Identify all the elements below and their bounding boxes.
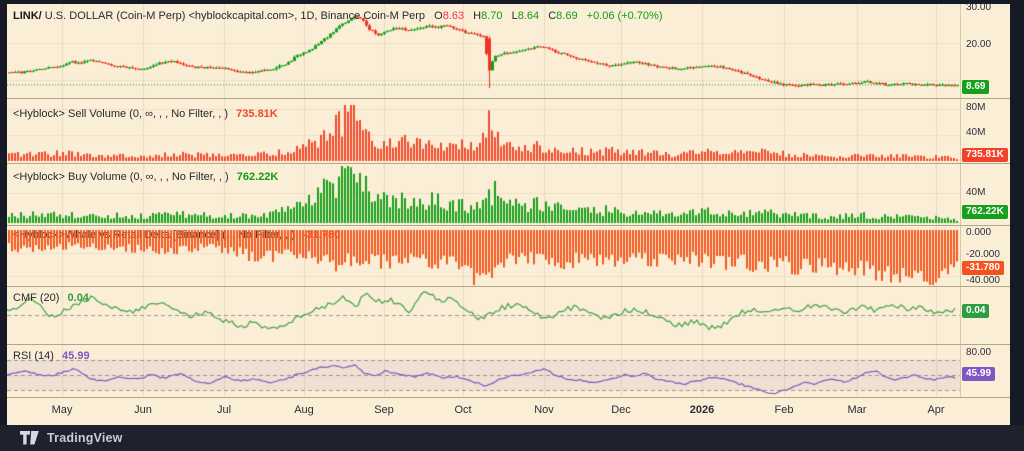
tradingview-logo[interactable] — [20, 431, 39, 445]
month-label: Jun — [134, 404, 152, 416]
price-axis-line — [960, 4, 961, 397]
low-value: 8.64 — [518, 10, 539, 22]
close-value: 8.69 — [556, 10, 577, 22]
month-label: Aug — [294, 404, 314, 416]
legend-rsi-value: 45.99 — [62, 350, 90, 362]
axis-tick-label: 30.00 — [966, 2, 991, 13]
high-value: 8.70 — [481, 10, 502, 22]
legend-sell-volume[interactable]: <Hyblock> Sell Volume (0, ∞, , , No Filt… — [13, 108, 278, 120]
month-label: Oct — [454, 404, 471, 416]
price-badge: 8.69 — [962, 80, 989, 94]
axis-tick-label: -40.000 — [966, 275, 1000, 286]
pane-separator[interactable] — [7, 397, 1010, 398]
legend-cmf[interactable]: CMF (20) 0.04 — [13, 292, 89, 304]
legend-rsi-label: RSI (14) — [13, 350, 54, 362]
price-badge: 0.04 — [962, 304, 989, 318]
axis-tick-label: 80.00 — [966, 347, 991, 358]
month-label: Dec — [611, 404, 631, 416]
change-value: +0.06 (+0.70%) — [587, 10, 663, 22]
chart-canvas[interactable] — [7, 4, 960, 397]
month-label: May — [52, 404, 73, 416]
pane-separator[interactable] — [7, 163, 1010, 164]
month-label: Nov — [534, 404, 554, 416]
pane-separator[interactable] — [7, 98, 1010, 99]
legend-cmf-value: 0.04 — [68, 292, 89, 304]
month-label: Jul — [217, 404, 231, 416]
legend-rsi[interactable]: RSI (14) 45.99 — [13, 350, 90, 362]
axis-tick-label: -20.000 — [966, 249, 1000, 260]
price-badge: 45.99 — [962, 367, 995, 381]
open-value: 8.63 — [443, 10, 464, 22]
month-label: Feb — [775, 404, 794, 416]
symbol-legend[interactable]: LINK/ U.S. DOLLAR (Coin-M Perp) <hyblock… — [13, 10, 663, 22]
legend-sell-value: 735.81K — [236, 108, 278, 120]
tradingview-chart-window: <Hyblock>Whale vs Retail Delta [Binance]… — [0, 0, 1024, 451]
pane-separator[interactable] — [7, 344, 1010, 345]
open-label: O — [434, 10, 443, 22]
brand-text[interactable]: TradingView — [47, 431, 123, 445]
axis-tick-label: 40M — [966, 187, 985, 198]
high-label: H — [473, 10, 481, 22]
month-label: 2026 — [690, 404, 714, 416]
footer-bar: TradingView — [0, 425, 1024, 451]
legend-cmf-label: CMF (20) — [13, 292, 59, 304]
symbol-name: LINK/ — [13, 10, 42, 22]
month-label: Sep — [374, 404, 394, 416]
legend-buy-volume[interactable]: <Hyblock> Buy Volume (0, ∞, , , No Filte… — [13, 171, 278, 183]
price-badge: 735.81K — [962, 148, 1008, 162]
symbol-description: U.S. DOLLAR (Coin-M Perp) <hyblockcapita… — [45, 10, 425, 22]
axis-tick-label: 40M — [966, 127, 985, 138]
legend-sell-label: <Hyblock> Sell Volume (0, ∞, , , No Filt… — [13, 108, 228, 120]
legend-buy-value: 762.22K — [237, 171, 279, 183]
axis-tick-label: 80M — [966, 102, 985, 113]
month-label: Apr — [927, 404, 944, 416]
month-label: Mar — [848, 404, 867, 416]
axis-tick-label: 0.000 — [966, 227, 991, 238]
axis-tick-label: 20.00 — [966, 39, 991, 50]
pane-separator[interactable] — [7, 225, 1010, 226]
price-badge: -31.780 — [962, 261, 1004, 275]
pane-separator[interactable] — [7, 286, 1010, 287]
legend-buy-label: <Hyblock> Buy Volume (0, ∞, , , No Filte… — [13, 171, 229, 183]
price-badge: 762.22K — [962, 205, 1008, 219]
close-label: C — [548, 10, 556, 22]
